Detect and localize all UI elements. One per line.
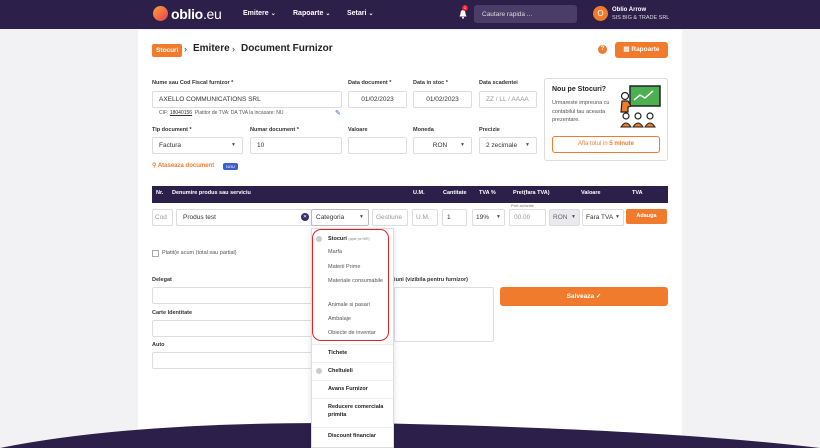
- ataseaza-document-link[interactable]: ⚲ Ataseaza document: [152, 162, 214, 169]
- promo-button[interactable]: Afla totul in 5 minute: [552, 136, 660, 153]
- numar-document-label: Numar document *: [250, 127, 299, 133]
- precizie-select[interactable]: 2 zecimale ▼: [479, 137, 537, 154]
- delegat-label: Delegat: [152, 277, 172, 283]
- tva-select[interactable]: 19% ▼: [472, 209, 505, 226]
- edit-icon[interactable]: ✎: [335, 109, 341, 117]
- nou-badge: NOU: [223, 163, 238, 170]
- user-name[interactable]: Oblio Arrow: [612, 7, 646, 13]
- moneda-label: Moneda: [413, 127, 434, 133]
- rapoarte-button[interactable]: ▤ Rapoarte: [615, 42, 668, 58]
- dd-item-cheltuieli[interactable]: Cheltuieli: [328, 367, 353, 375]
- dd-item-reducere[interactable]: Reducere comerciala primita: [328, 403, 390, 419]
- valoare-label: Valoare: [348, 127, 368, 133]
- th-um: U.M.: [413, 190, 425, 196]
- tip-document-select[interactable]: Factura ▼: [152, 137, 243, 154]
- gestiune-input[interactable]: Gestiune: [372, 209, 408, 226]
- pret-input[interactable]: 00.00: [509, 209, 546, 226]
- help-icon[interactable]: ?: [598, 45, 607, 54]
- cif-info: CIF: 18040156 Platitor de TVA: DA TVA la…: [159, 110, 284, 116]
- furnizor-label: Nume sau Cod Fiscal furnizor *: [152, 80, 234, 86]
- page-title: Document Furnizor: [241, 43, 333, 54]
- um-input[interactable]: U.M.: [412, 209, 438, 226]
- mentiuni-textarea[interactable]: [394, 287, 494, 342]
- data-document-input[interactable]: 01/02/2023: [348, 91, 407, 108]
- chevron-down-icon: ▼: [460, 142, 465, 148]
- dd-item-avans[interactable]: Avans Furnizor: [328, 385, 368, 393]
- tip-document-label: Tip document *: [152, 127, 192, 133]
- divider: [312, 362, 393, 363]
- data-stoc-input[interactable]: 01/02/2023: [413, 91, 472, 108]
- nav-setari[interactable]: Setari ⌄: [347, 10, 374, 17]
- data-stoc-label: Data in stoc *: [413, 80, 448, 86]
- dd-item-discount[interactable]: Discount financiar: [328, 432, 390, 440]
- dd-item-tichete[interactable]: Tichete: [328, 349, 347, 357]
- breadcrumb-separator: ›: [184, 44, 187, 54]
- radio-icon: [316, 368, 322, 374]
- divider: [312, 398, 393, 399]
- platit-checkbox[interactable]: [152, 250, 159, 257]
- notification-badge: 1: [462, 5, 468, 11]
- promo-text: Urmareste impreuna cu contabilul tau ace…: [552, 100, 610, 123]
- data-scadenta-label: Data scadentei: [479, 80, 518, 86]
- platit-label: Platit(e acum (total sau partial): [162, 250, 237, 256]
- nav-rapoarte[interactable]: Rapoarte ⌄: [293, 10, 330, 17]
- chevron-down-icon: ▼: [231, 142, 236, 148]
- clear-icon[interactable]: ✕: [301, 213, 309, 221]
- search-input[interactable]: [474, 5, 577, 23]
- auto-label: Auto: [152, 342, 165, 348]
- salveaza-button[interactable]: Salveaza ✓: [500, 287, 668, 306]
- moneda-row-select[interactable]: RON ▼: [549, 209, 580, 226]
- valoare-input[interactable]: [348, 137, 407, 154]
- th-nr: Nr.: [156, 190, 164, 196]
- pret-achizitie-hint: Pret achizitie: [511, 203, 534, 208]
- mentiuni-label: Mentiuni (vizibila pentru furnizor): [394, 277, 468, 283]
- carte-identitate-input[interactable]: [152, 320, 314, 337]
- divider: [312, 344, 393, 345]
- breadcrumb-emitere[interactable]: Emitere: [193, 43, 230, 54]
- avatar[interactable]: O: [593, 6, 608, 21]
- cantitate-input[interactable]: 1: [442, 209, 467, 226]
- th-denumire: Denumire produs sau serviciu: [172, 190, 251, 196]
- fara-tva-select[interactable]: Fara TVA ▼: [582, 209, 624, 226]
- chevron-down-icon: ▼: [359, 214, 364, 220]
- th-valoare: Valoare: [581, 190, 601, 196]
- user-company: SIS BIG & TRADE SRL: [612, 15, 670, 21]
- precizie-label: Precizie: [479, 127, 500, 133]
- delegat-input[interactable]: [152, 287, 314, 304]
- moneda-select[interactable]: RON ▼: [413, 137, 472, 154]
- divider: [312, 427, 393, 428]
- nav-emitere[interactable]: Emitere ⌄: [243, 10, 276, 17]
- data-scadenta-input[interactable]: ZZ / LL / AAAA: [479, 91, 537, 108]
- chevron-down-icon: ▼: [496, 214, 501, 220]
- breadcrumb-stocuri[interactable]: Stocuri: [152, 44, 183, 57]
- chevron-down-icon: ▼: [571, 214, 576, 220]
- th-tva-procent: TVA %: [479, 190, 496, 196]
- logo[interactable]: oblio.eu: [171, 6, 222, 22]
- th-pret: Pret(fara TVA): [513, 190, 550, 196]
- categoria-select[interactable]: Categoria ▼: [311, 209, 369, 226]
- auto-input[interactable]: [152, 352, 314, 369]
- stocuri-highlight: [312, 229, 389, 341]
- adauga-button[interactable]: Adauga: [626, 209, 667, 224]
- presentation-illustration: [620, 85, 661, 128]
- data-document-label: Data document *: [348, 80, 392, 86]
- breadcrumb-separator: ›: [232, 44, 235, 54]
- logo-icon[interactable]: [153, 6, 168, 21]
- promo-title: Nou pe Stocuri?: [552, 86, 607, 93]
- cod-input[interactable]: Cod: [152, 209, 173, 226]
- th-cantitate: Cantitate: [443, 190, 467, 196]
- top-nav-bar: [0, 0, 820, 29]
- furnizor-input[interactable]: AXELLO COMMUNICATIONS SRL: [152, 91, 342, 108]
- produs-input[interactable]: Produs test: [176, 209, 312, 226]
- carte-identitate-label: Carte Identitate: [152, 310, 193, 316]
- divider: [312, 380, 393, 381]
- chevron-down-icon: ▼: [525, 142, 530, 148]
- footer-wave: [0, 423, 820, 448]
- chevron-down-icon: ▼: [615, 214, 620, 220]
- th-tva: TVA: [632, 190, 643, 196]
- numar-document-input[interactable]: 10: [250, 137, 342, 154]
